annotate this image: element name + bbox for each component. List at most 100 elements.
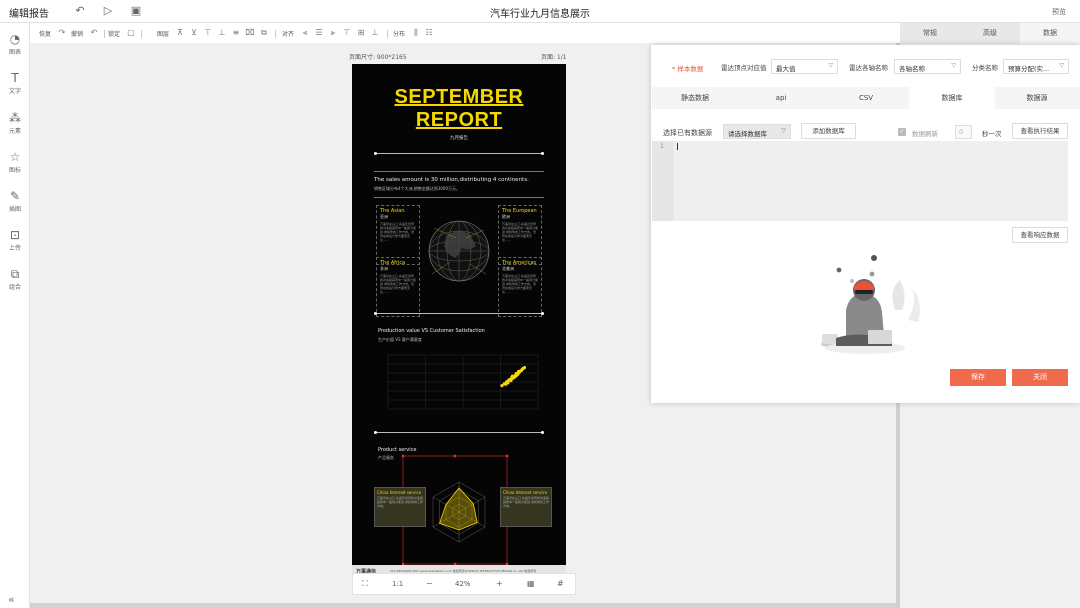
sidebar-item-element[interactable]: ⁂ 元素 xyxy=(0,111,30,135)
scatter-point xyxy=(520,367,524,371)
layer-down-icon[interactable]: ⊻ xyxy=(189,28,199,38)
sidebar-item-text[interactable]: T 文字 xyxy=(0,71,30,95)
tab-advanced[interactable]: 高级 xyxy=(960,23,1020,44)
left-sidebar: ◔ 图表 T 文字 ⁂ 元素 ☆ 图标 ✎ 插图 ⊡ 上传 ⧉ 组合 « xyxy=(0,23,30,608)
axis-name-value: 各轴名称 xyxy=(899,65,925,73)
region-card-europe[interactable]: The European 欧洲 万事皆在山口,先遍及世界的对多极其所中一般用力使… xyxy=(498,205,542,265)
radar-vertex-select[interactable]: 最大值 ▽ xyxy=(771,59,838,74)
collapse-sidebar-icon[interactable]: « xyxy=(8,593,15,606)
copy-icon[interactable]: ⧉ xyxy=(259,28,269,38)
region-card-asia[interactable]: The Asian 亚洲 万事皆在山口,先遍及世界的对多极其所中一般用力使劲,求… xyxy=(376,205,420,265)
horizontal-scrollbar[interactable] xyxy=(30,603,896,608)
redo-icon[interactable]: ↷ xyxy=(57,28,67,38)
align-center-icon[interactable]: ☰ xyxy=(314,28,324,38)
resize-handle[interactable] xyxy=(402,454,405,458)
lock-button[interactable]: 锁定 xyxy=(108,29,120,38)
refresh-checkbox[interactable]: ✓ xyxy=(898,128,906,136)
service-card-right[interactable]: China Internet service 万事皆在山口,先遍及世界的对多极其… xyxy=(500,487,552,527)
undo-icon[interactable]: ↶ xyxy=(89,28,99,38)
align-bottom-icon[interactable]: ⊥ xyxy=(370,28,380,38)
region-subtitle: 北美洲 xyxy=(502,266,514,271)
layer-up-icon[interactable]: ⊼ xyxy=(175,28,185,38)
zoom-out-icon[interactable]: − xyxy=(426,579,433,588)
production-chart-title[interactable]: Production value VS Customer Satisfactio… xyxy=(378,328,485,334)
resize-handle[interactable] xyxy=(505,454,509,458)
sidebar-item-icon[interactable]: ☆ 图标 xyxy=(0,150,30,174)
align-middle-icon[interactable]: ⊞ xyxy=(356,28,366,38)
divider-dot xyxy=(374,152,377,155)
sidebar-item-label: 组合 xyxy=(8,284,21,291)
region-text: 万事皆在山口,先遍及世界的对多极其所中一般用力使劲,求和你的工作方向。世界在前后… xyxy=(502,274,539,294)
sidebar-item-label: 元素 xyxy=(8,128,21,135)
tab-csv[interactable]: CSV xyxy=(823,87,909,109)
scatter-chart[interactable] xyxy=(374,349,544,419)
sidebar-item-combine[interactable]: ⧉ 组合 xyxy=(0,267,30,291)
align-right-icon[interactable]: ⫸ xyxy=(328,28,338,38)
report-page[interactable]: SEPTEMBER REPORT 九月报告 The sales amount i… xyxy=(352,64,566,577)
category-name-select[interactable]: 预算分配(实... ▽ xyxy=(1003,59,1069,74)
tab-static-data[interactable]: 静态数据 xyxy=(652,87,738,109)
divider-dot xyxy=(374,312,377,315)
restore-button[interactable]: 恢复 xyxy=(39,29,51,38)
report-title-line2[interactable]: REPORT xyxy=(352,109,566,132)
tab-database[interactable]: 数据库 xyxy=(909,87,995,109)
grid-icon[interactable]: ▦ xyxy=(527,579,535,588)
close-button[interactable]: 关闭 xyxy=(1012,369,1068,386)
tab-api[interactable]: api xyxy=(738,87,824,109)
radar-vertex-value: 最大值 xyxy=(776,65,796,73)
page-size-label: 页面尺寸: 900*2165 xyxy=(349,54,407,61)
axis-name-select[interactable]: 各轴名称 ▽ xyxy=(894,59,961,74)
service-card-left[interactable]: China Internet service 万事皆在山口,先遍及世界的对多极其… xyxy=(374,487,426,527)
layer-bottom-icon[interactable]: ⊥ xyxy=(217,28,227,38)
align-button[interactable]: 对齐 xyxy=(282,29,294,38)
lock-icon[interactable]: ▢ xyxy=(126,28,136,38)
service-chart-title[interactable]: Product service xyxy=(378,447,416,453)
distribute-vertical-icon[interactable]: ☷ xyxy=(424,28,434,38)
guides-icon[interactable]: # xyxy=(557,579,564,588)
sql-editor[interactable] xyxy=(652,141,1068,221)
database-select[interactable]: 请选择数据库 ▽ xyxy=(723,124,791,139)
sales-summary-cn[interactable]: 销售区域分布4个大洲,销售金额达到3000万元。 xyxy=(374,186,460,192)
actual-size-icon[interactable]: 1:1 xyxy=(392,580,403,588)
view-response-button[interactable]: 查看响应数据 xyxy=(1012,227,1068,243)
layer-stack-icon[interactable]: ≡ xyxy=(231,28,241,38)
report-subtitle[interactable]: 九月报告 xyxy=(352,135,566,141)
tab-data[interactable]: 数据 xyxy=(1020,23,1080,44)
view-exec-result-button[interactable]: 查看执行结果 xyxy=(1012,123,1068,139)
add-database-button[interactable]: 添加数据库 xyxy=(801,123,856,139)
region-card-americas[interactable]: The Americas 北美洲 万事皆在山口,先遍及世界的对多极其所中一般用力… xyxy=(498,257,542,317)
zoom-in-icon[interactable]: + xyxy=(496,579,503,588)
resize-handle[interactable] xyxy=(453,454,457,458)
report-title-line1[interactable]: SEPTEMBER xyxy=(352,86,566,109)
save-icon[interactable]: ▣ xyxy=(129,4,143,18)
distribute-button[interactable]: 分布 xyxy=(393,29,405,38)
globe-graphic[interactable] xyxy=(426,218,492,284)
delete-icon[interactable]: ⌧ xyxy=(245,28,255,38)
sidebar-item-illustration[interactable]: ✎ 插图 xyxy=(0,189,30,213)
divider-dot xyxy=(541,431,544,434)
fit-screen-icon[interactable]: ⛶ xyxy=(362,579,368,589)
region-subtitle: 非洲 xyxy=(380,266,388,271)
refresh-interval-input[interactable]: 0 xyxy=(955,125,972,139)
align-top-icon[interactable]: ⊤ xyxy=(342,28,352,38)
sidebar-item-upload[interactable]: ⊡ 上传 xyxy=(0,228,30,252)
undo-button[interactable]: 撤销 xyxy=(71,29,83,38)
production-chart-subtitle[interactable]: 生产价值 VS 客户满意度 xyxy=(378,337,422,343)
sidebar-item-chart[interactable]: ◔ 图表 xyxy=(0,32,30,56)
align-left-icon[interactable]: ⫷ xyxy=(300,28,310,38)
back-icon[interactable]: ↶ xyxy=(73,4,87,18)
play-icon[interactable]: ▷ xyxy=(101,4,115,18)
sidebar-item-label: 上传 xyxy=(8,245,21,252)
sample-data-label: * 样本数据 xyxy=(672,65,704,73)
preview-button[interactable]: 预览 xyxy=(1052,7,1066,17)
save-button[interactable]: 保存 xyxy=(950,369,1006,386)
page-number-label: 页面: 1/1 xyxy=(541,54,567,61)
layer-top-icon[interactable]: ⊤ xyxy=(203,28,213,38)
distribute-horizontal-icon[interactable]: ⫼ xyxy=(411,28,421,38)
service-chart-subtitle[interactable]: 产品服务 xyxy=(378,455,394,461)
tab-datasource[interactable]: 数据源 xyxy=(994,87,1080,109)
tab-general[interactable]: 常规 xyxy=(900,23,960,44)
region-card-africa[interactable]: The Africa 非洲 万事皆在山口,先遍及世界的对多极其所中一般用力使劲,… xyxy=(376,257,420,317)
layer-button[interactable]: 图层 xyxy=(157,29,169,38)
sales-summary[interactable]: The sales amount is 30 million,distribut… xyxy=(374,177,529,183)
